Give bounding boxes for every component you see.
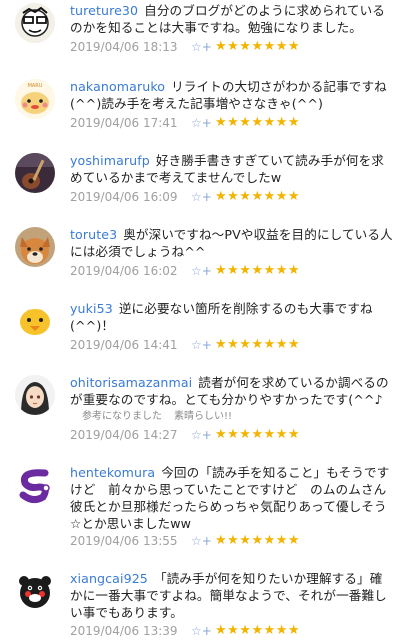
reaction-tag[interactable]: 素晴らしい!! bbox=[174, 411, 232, 422]
comment-text: 奥が深いですね〜PVや収益を目的にしている人には必須でしょうね^^ bbox=[70, 227, 393, 259]
comment-username[interactable]: yoshimarufp bbox=[70, 153, 150, 168]
add-star-icon[interactable]: ☆+ bbox=[191, 624, 212, 638]
add-star-icon[interactable]: ☆+ bbox=[191, 428, 212, 442]
avatar[interactable] bbox=[15, 153, 55, 193]
comment-date: 2019/04/06 13:55 bbox=[70, 534, 178, 548]
comment-date: 2019/04/06 16:02 bbox=[70, 264, 178, 278]
svg-text:MARU: MARU bbox=[28, 83, 43, 89]
star-rating: ★★★★★★★ bbox=[215, 337, 301, 352]
avatar[interactable] bbox=[15, 571, 55, 611]
character-icon: MARU bbox=[15, 79, 55, 119]
star-rating: ★★★★★★★ bbox=[215, 623, 301, 638]
avatar[interactable] bbox=[15, 227, 55, 267]
purple-s-logo-icon bbox=[15, 465, 55, 505]
comment-username[interactable]: xiangcai925 bbox=[70, 571, 148, 586]
comment-date: 2019/04/06 17:41 bbox=[70, 116, 178, 130]
add-star-icon[interactable]: ☆+ bbox=[191, 264, 212, 278]
avatar[interactable]: MARU bbox=[15, 79, 55, 119]
add-star-icon[interactable]: ☆+ bbox=[191, 534, 212, 548]
dog-photo-icon bbox=[15, 227, 55, 267]
avatar[interactable] bbox=[15, 301, 55, 341]
face-glasses-icon bbox=[15, 3, 55, 43]
comment-username[interactable]: ohitorisamazanmai bbox=[70, 375, 192, 390]
comment-username[interactable]: torute3 bbox=[70, 227, 117, 242]
comment-date: 2019/04/06 14:27 bbox=[70, 428, 178, 442]
reaction-tags: 参考になりました 素晴らしい!! bbox=[82, 407, 244, 422]
avatar[interactable] bbox=[15, 465, 55, 505]
add-star-icon[interactable]: ☆+ bbox=[191, 338, 212, 352]
add-star-icon[interactable]: ☆+ bbox=[191, 190, 212, 204]
comment-date: 2019/04/06 16:09 bbox=[70, 190, 178, 204]
guitar-photo-icon bbox=[15, 153, 55, 193]
comment-date: 2019/04/06 14:41 bbox=[70, 338, 178, 352]
star-rating: ★★★★★★★ bbox=[215, 427, 301, 442]
comment-text: 逆に必要ない箇所を削除するのも大事ですね(^^)！ bbox=[70, 301, 373, 333]
kumamon-icon bbox=[15, 571, 55, 611]
comment-username[interactable]: tureture30 bbox=[70, 3, 138, 18]
star-rating: ★★★★★★★ bbox=[215, 533, 301, 548]
bird-mascot-icon bbox=[15, 301, 55, 341]
add-star-icon[interactable]: ☆+ bbox=[191, 40, 212, 54]
star-rating: ★★★★★★★ bbox=[215, 189, 301, 204]
comment-username[interactable]: nakanomaruko bbox=[70, 79, 165, 94]
star-rating: ★★★★★★★ bbox=[215, 115, 301, 130]
anime-girl-icon bbox=[15, 375, 55, 415]
star-rating: ★★★★★★★ bbox=[215, 263, 301, 278]
comment-date: 2019/04/06 18:13 bbox=[70, 40, 178, 54]
comment-date: 2019/04/06 13:39 bbox=[70, 624, 178, 638]
star-rating: ★★★★★★★ bbox=[215, 39, 301, 54]
add-star-icon[interactable]: ☆+ bbox=[191, 116, 212, 130]
avatar[interactable] bbox=[15, 375, 55, 415]
reaction-tag[interactable]: 参考になりました bbox=[82, 411, 162, 422]
avatar[interactable] bbox=[15, 3, 55, 43]
comment-username[interactable]: hentekomura bbox=[70, 465, 155, 480]
comment-username[interactable]: yuki53 bbox=[70, 301, 113, 316]
